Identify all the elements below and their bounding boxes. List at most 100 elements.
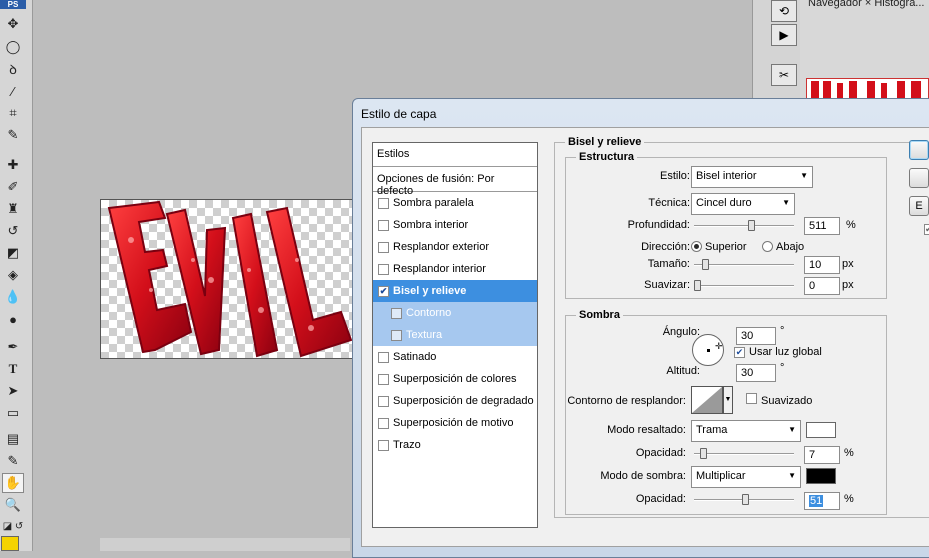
style-item-bevel-emboss[interactable]: ✔ Bisel y relieve	[373, 280, 537, 302]
altitude-field[interactable]: 30	[736, 364, 776, 382]
new-style-button[interactable]: E	[909, 196, 929, 216]
hand-tool-icon[interactable]: ✋	[2, 473, 24, 493]
checkbox[interactable]	[378, 351, 389, 363]
style-item-texture[interactable]: Textura	[373, 324, 537, 346]
stamp-tool-icon[interactable]: ♜	[2, 199, 24, 219]
style-item-color-overlay[interactable]: Superposición de colores	[373, 368, 537, 390]
checkbox[interactable]	[378, 417, 389, 429]
style-item-inner-glow[interactable]: Resplandor interior	[373, 258, 537, 280]
dodge-tool-icon[interactable]: ●	[2, 309, 24, 329]
radio-off-icon	[762, 241, 773, 252]
checkbox[interactable]	[391, 307, 402, 319]
direction-down-radio[interactable]: Abajo	[762, 241, 804, 253]
size-field[interactable]: 10	[804, 256, 840, 274]
checkbox[interactable]	[378, 263, 389, 275]
angle-field[interactable]: 30	[736, 327, 776, 345]
checkbox[interactable]	[391, 329, 402, 341]
crop-tool-icon[interactable]: ⌗	[2, 103, 24, 123]
zoom-tool-icon[interactable]: 🔍	[2, 495, 24, 515]
antialias-checkbox[interactable]: Suavizado	[746, 393, 812, 407]
preview-checkbox[interactable]: ✔	[924, 224, 929, 235]
checkbox[interactable]	[378, 241, 389, 253]
gloss-contour-picker[interactable]	[691, 386, 723, 414]
eyedropper-tool-2-icon[interactable]: ✎	[2, 451, 24, 471]
size-slider[interactable]	[694, 258, 794, 272]
canvas-scrollbar[interactable]	[100, 538, 350, 551]
photoshop-logo: PS	[0, 0, 26, 9]
shadow-opacity-field[interactable]: 51	[804, 492, 840, 510]
move-tool-icon[interactable]: ✥	[2, 14, 24, 34]
slider-thumb[interactable]	[702, 259, 709, 270]
history-panel-icon[interactable]: ⟲	[771, 0, 797, 22]
highlight-opacity-field[interactable]: 7	[804, 446, 840, 464]
checkbox[interactable]	[378, 197, 389, 209]
angle-label: Ángulo:	[662, 326, 700, 338]
blending-options[interactable]: Opciones de fusión: Por defecto	[373, 168, 537, 197]
depth-field[interactable]: 511	[804, 217, 840, 235]
technique-label: Técnica:	[648, 197, 690, 209]
angle-dial[interactable]: ✛	[692, 334, 724, 366]
shape-tool-icon[interactable]: ▭	[2, 403, 24, 423]
style-item-pattern-overlay[interactable]: Superposición de motivo	[373, 412, 537, 434]
slider-thumb[interactable]	[700, 448, 707, 459]
notes-tool-icon[interactable]: ▤	[2, 429, 24, 449]
slider-thumb[interactable]	[742, 494, 749, 505]
magic-wand-tool-icon[interactable]: ⁄	[2, 81, 24, 101]
checkbox[interactable]	[378, 219, 389, 231]
eraser-tool-icon[interactable]: ◩	[2, 243, 24, 263]
history-brush-tool-icon[interactable]: ↺	[2, 221, 24, 241]
highlight-opacity-slider[interactable]	[694, 447, 794, 461]
soften-field[interactable]: 0	[804, 277, 840, 295]
style-item-inner-shadow[interactable]: Sombra interior	[373, 214, 537, 236]
slider-thumb[interactable]	[694, 280, 701, 291]
altitude-unit: °	[780, 362, 785, 374]
swap-colors-icon[interactable]: ◪ ↺	[2, 516, 24, 536]
depth-slider[interactable]	[694, 219, 794, 233]
chevron-down-icon[interactable]: ▼	[723, 386, 733, 414]
checkbox[interactable]	[378, 373, 389, 385]
foreground-color-swatch[interactable]	[1, 536, 19, 551]
global-light-checkbox[interactable]: ✔ Usar luz global	[734, 346, 822, 358]
tools-preset-panel-icon[interactable]: ✂	[771, 64, 797, 86]
style-item-stroke[interactable]: Trazo	[373, 434, 537, 456]
checkbox[interactable]	[378, 439, 389, 451]
path-select-tool-icon[interactable]: ➤	[2, 381, 24, 401]
blur-tool-icon[interactable]: 💧	[2, 287, 24, 307]
shadow-color-swatch[interactable]	[806, 468, 836, 484]
document-canvas[interactable]	[100, 199, 360, 359]
depth-label: Profundidad:	[627, 219, 690, 231]
shadow-opacity-slider[interactable]	[694, 493, 794, 507]
style-select[interactable]: Bisel interior ▼	[691, 166, 813, 188]
toolbox: PS ✥ ◯ ꝺ ⁄ ⌗ ✎ ✚ ✐ ♜ ↺ ◩ ◈ 💧 ● ✒ T ➤ ▭ ▤…	[0, 0, 33, 551]
checkbox[interactable]	[378, 395, 389, 407]
highlight-mode-select[interactable]: Trama ▼	[691, 420, 801, 442]
style-item-gradient-overlay[interactable]: Superposición de degradado	[373, 390, 537, 412]
navigator-tab[interactable]: Navegador × Histogra...	[808, 0, 924, 9]
style-item-outer-glow[interactable]: Resplandor exterior	[373, 236, 537, 258]
ok-button[interactable]	[909, 140, 929, 160]
type-tool-icon[interactable]: T	[2, 359, 24, 379]
shadow-opacity-unit: %	[844, 493, 854, 505]
soften-slider[interactable]	[694, 279, 794, 293]
checkbox-checked[interactable]: ✔	[378, 285, 389, 297]
eyedropper-tool-icon[interactable]: ✎	[2, 125, 24, 145]
actions-panel-icon[interactable]: ▶	[771, 24, 797, 46]
direction-up-radio[interactable]: Superior	[691, 241, 747, 253]
size-label: Tamaño:	[647, 258, 690, 270]
highlight-color-swatch[interactable]	[806, 422, 836, 438]
technique-select[interactable]: Cincel duro ▼	[691, 193, 795, 215]
shadow-mode-select[interactable]: Multiplicar ▼	[691, 466, 801, 488]
cancel-button[interactable]	[909, 168, 929, 188]
healing-tool-icon[interactable]: ✚	[2, 155, 24, 175]
angle-unit: °	[780, 325, 785, 337]
styles-header[interactable]: Estilos	[373, 143, 537, 167]
marquee-tool-icon[interactable]: ◯	[2, 37, 24, 57]
pen-tool-icon[interactable]: ✒	[2, 337, 24, 357]
lasso-tool-icon[interactable]: ꝺ	[2, 59, 24, 79]
style-item-satin[interactable]: Satinado	[373, 346, 537, 368]
paint-bucket-tool-icon[interactable]: ◈	[2, 265, 24, 285]
brush-tool-icon[interactable]: ✐	[2, 177, 24, 197]
style-item-contour[interactable]: Contorno	[373, 302, 537, 324]
slider-thumb[interactable]	[748, 220, 755, 231]
navigator-thumbnail[interactable]	[806, 78, 929, 100]
